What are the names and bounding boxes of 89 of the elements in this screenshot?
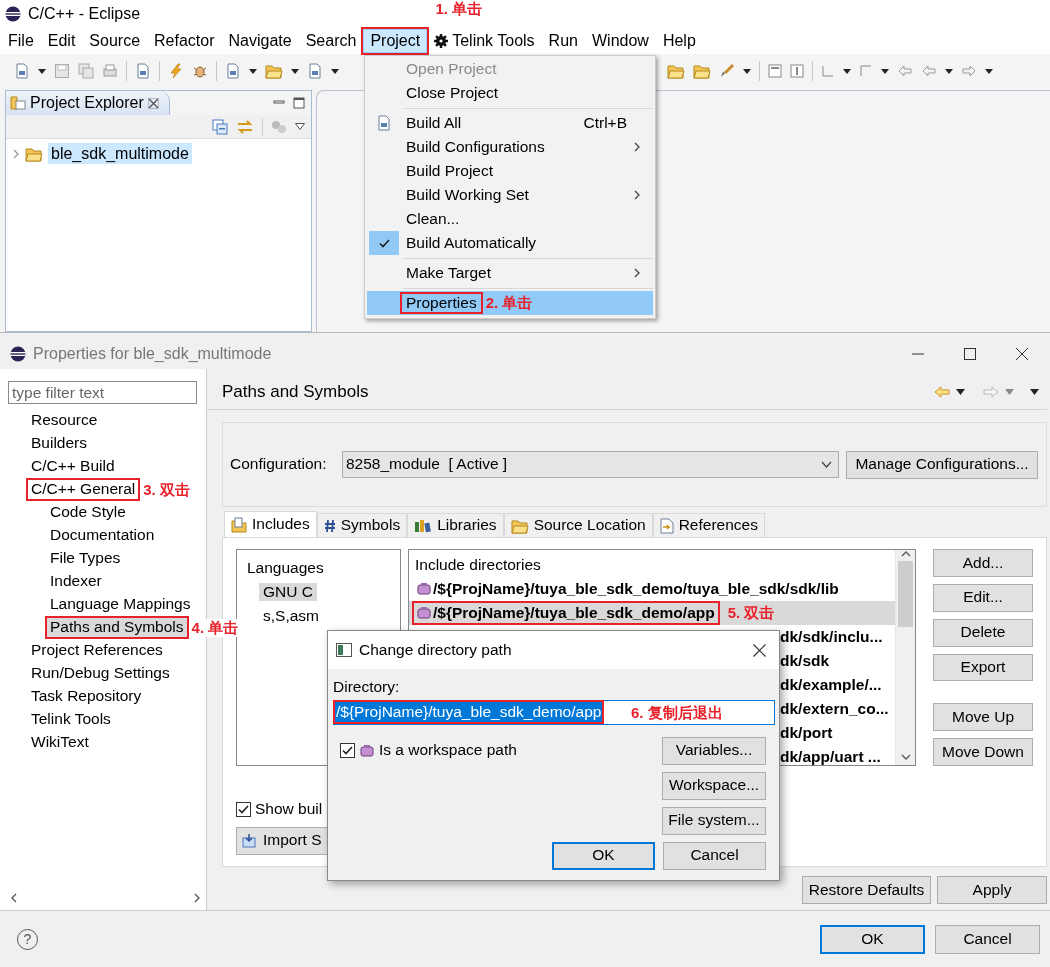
list-item[interactable]: s,S,asm [259,606,323,626]
restore-defaults-button[interactable]: Restore Defaults [802,876,931,904]
import-settings-button[interactable]: Import S [236,826,327,855]
field-label: Configuration: [230,455,328,474]
menu-item[interactable]: Search [298,29,364,53]
tree-item[interactable]: ble_sdk_multimode [48,143,192,165]
tree-item[interactable]: Builders [28,434,90,453]
annotation-label: 3. 双击 [143,480,192,499]
apply-button[interactable]: Apply [937,876,1047,904]
annotation-label: 1. 单击 [435,0,483,19]
tree-item[interactable]: Resource [28,411,101,430]
menu-item[interactable]: Project [363,29,428,53]
dialog-button[interactable]: OK [552,841,655,870]
tree-item[interactable]: Task Repository [28,687,145,706]
menu-item[interactable]: Help [655,29,703,53]
dialog-title: Change directory path [359,640,512,660]
tab[interactable]: Source Location [503,513,653,537]
list-item[interactable]: dk/port [780,723,833,743]
tab[interactable]: Symbols [316,513,408,537]
tree-item[interactable]: Project References [28,641,166,660]
menu-item[interactable]: Telink Tools [427,29,542,53]
action-button[interactable]: Move Up [933,703,1033,732]
menu-item[interactable]: Window [584,29,656,53]
list-header: Languages [246,558,325,578]
menu-item[interactable]: Close Project [367,81,653,105]
action-button[interactable]: File system... [662,806,766,835]
menu-item[interactable]: Build All Ctrl+B [367,111,653,135]
menu-item[interactable]: Navigate [221,29,299,53]
menu-item[interactable]: Refactor [147,29,222,53]
list-item[interactable]: dk/sdk [780,651,830,671]
tree-item[interactable]: Telink Tools [28,710,114,729]
list-item[interactable]: dk/sdk/inclu... [780,627,883,647]
menu-item[interactable]: Clean... [367,207,653,231]
panel-title: Project Explorer [30,93,144,113]
list-item[interactable]: /${ProjName}/tuya_ble_sdk_demo/tuya_ble_sdk/sdk/lib [433,579,839,599]
action-button[interactable]: Edit... [933,583,1033,612]
filter-field[interactable]: type filter text [8,381,197,404]
tree-item[interactable]: Documentation [47,526,158,545]
list-item[interactable]: dk/app/uart ... [780,747,881,767]
tree-item[interactable]: WikiText [28,733,92,752]
menu-item[interactable]: Build Automatically [367,231,653,255]
tree-item[interactable]: Language Mappings [47,595,194,614]
menu-item[interactable]: Properties 2. 单击 [367,291,653,315]
action-button[interactable]: Variables... [662,736,766,765]
shortcut-label: Ctrl+B [583,113,627,133]
action-button[interactable]: Export [933,653,1033,682]
menu-item[interactable]: Build Configurations [367,135,653,159]
tree-item[interactable]: Indexer [47,572,105,591]
annotation-label: 2. 单击 [485,294,533,312]
action-button[interactable]: Add... [933,549,1033,577]
tab[interactable]: Includes [224,511,317,537]
tab[interactable]: Libraries [407,513,504,537]
list-header: Include directories [415,555,541,575]
tree-item[interactable]: Paths and Symbols [47,618,187,637]
menu-item[interactable]: Run [541,29,585,53]
tree-item[interactable]: Code Style [47,503,129,522]
menu-item[interactable]: Make Target [367,261,653,285]
action-button[interactable]: Delete [933,618,1033,647]
menu-item[interactable]: File [1,29,41,53]
checkbox-label: Show buil [255,800,323,819]
menu-item[interactable]: Edit [40,29,83,53]
annotation-label: 4. 单击 [191,618,241,637]
tab[interactable]: References [652,513,765,537]
list-item[interactable]: dk/example/... [780,675,882,695]
menu-item[interactable]: Source [82,29,148,53]
dialog-button[interactable]: Cancel [663,841,766,870]
directory-field[interactable]: /${ProjName}/tuya_ble_sdk_demo/app 6. 复制后退出 [333,699,775,725]
annotation-label: 6. 复制后退出 [631,703,723,722]
tree-item[interactable]: Run/Debug Settings [28,664,173,683]
configuration-dropdown[interactable]: 8258_module [ Active ] [342,451,839,478]
action-button[interactable]: Workspace... [662,771,766,800]
field-label: Directory: [333,678,401,697]
dialog-button[interactable]: Cancel [935,924,1040,954]
action-button[interactable]: Move Down [933,738,1033,766]
menu-item[interactable]: Build Working Set [367,183,653,207]
tree-item[interactable]: File Types [47,549,124,568]
tree-item[interactable]: C/C++ General [28,480,139,499]
menu-item[interactable]: Build Project [367,159,653,183]
list-item[interactable]: /${ProjName}/tuya_ble_sdk_demo/app [433,603,715,623]
annotation-label: 5. 双击 [727,604,775,622]
list-item[interactable]: dk/extern_co... [780,699,889,719]
dialog-button[interactable]: OK [820,924,925,954]
list-item[interactable]: GNU C [259,582,317,602]
tree-item[interactable]: C/C++ Build [28,457,118,476]
page-title: Paths and Symbols [222,381,369,403]
manage-configurations-button[interactable]: Manage Configurations... [846,450,1038,479]
window-title: C/C++ - Eclipse [28,4,141,24]
dialog-title: Properties for ble_sdk_multimode [33,344,272,364]
checkbox-label: Is a workspace path [379,741,517,760]
